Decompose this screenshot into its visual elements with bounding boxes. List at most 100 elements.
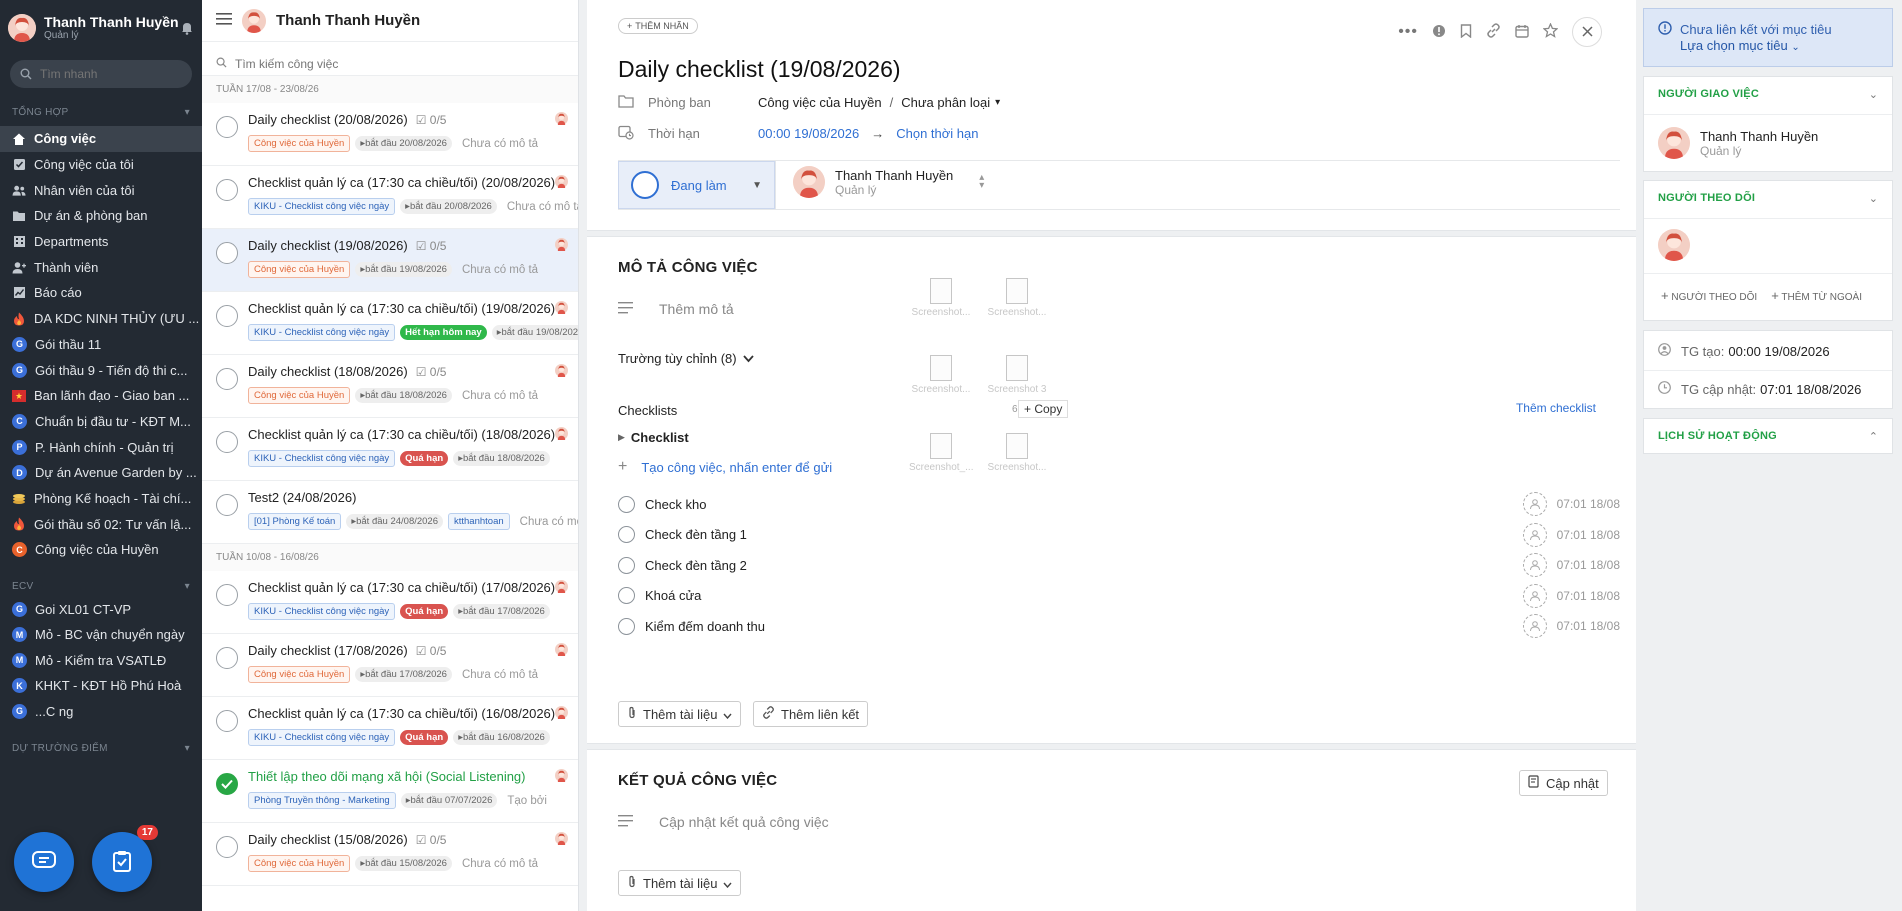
chat-fab[interactable] bbox=[14, 832, 74, 892]
checklist-item[interactable]: Check kho 07:01 18/08 bbox=[618, 489, 1620, 519]
sidebar-item[interactable]: C Công việc của Huyền bbox=[0, 537, 202, 563]
task-row[interactable]: Test2 (24/08/2026) [01] Phòng Kế toán ▸bắt… bbox=[202, 481, 578, 544]
unassigned-user-icon[interactable] bbox=[1522, 614, 1547, 639]
checklist-item-checkbox[interactable] bbox=[618, 495, 635, 513]
assigner-header[interactable]: NGƯỜI GIAO VIỆC ⌄ bbox=[1644, 77, 1892, 101]
department-value[interactable]: Công việc của Huyền bbox=[758, 95, 882, 110]
history-card[interactable]: LỊCH SỬ HOẠT ĐỘNG ⌃ bbox=[1643, 418, 1893, 454]
tasks-fab[interactable]: 17 bbox=[92, 825, 158, 892]
link-icon[interactable] bbox=[1486, 23, 1501, 41]
assigner[interactable]: Thanh Thanh Huyền Quản lý bbox=[1658, 127, 1818, 159]
task-title[interactable]: Daily checklist (19/08/2026) bbox=[618, 56, 901, 83]
goal-choose[interactable]: Lựa chọn mục tiêu ⌄ bbox=[1680, 38, 1878, 53]
sidebar-item[interactable]: Nhân viên của tôi bbox=[0, 177, 202, 203]
result-attach-button[interactable]: Thêm tài liệu bbox=[618, 870, 742, 896]
checklist-item-checkbox[interactable] bbox=[618, 556, 635, 574]
add-external-button[interactable]: + THÊM TỪ NGOÀI bbox=[1771, 288, 1862, 303]
star-icon[interactable] bbox=[1542, 22, 1559, 41]
sidebar-item[interactable]: G Gói thầu 11 bbox=[0, 332, 202, 358]
add-tag-button[interactable]: + THÊM NHÃN bbox=[618, 18, 698, 34]
task-search[interactable] bbox=[202, 52, 578, 76]
checklist-item-checkbox[interactable] bbox=[618, 526, 635, 544]
task-row[interactable]: Checklist quản lý ca (17:30 ca chiều/tối… bbox=[202, 571, 578, 634]
sidebar-item[interactable]: Báo cáo bbox=[0, 280, 202, 306]
user-avatar[interactable] bbox=[8, 13, 36, 42]
sort-icon[interactable]: ▴ ▾ bbox=[979, 173, 984, 191]
sidebar-item[interactable]: G ...C ng bbox=[0, 699, 202, 725]
task-checkbox[interactable] bbox=[216, 431, 238, 453]
sidebar-item[interactable]: DA KDC NINH THỦY (ƯU ... bbox=[0, 306, 202, 332]
follower-header[interactable]: NGƯỜI THEO DÕI ⌄ bbox=[1644, 181, 1892, 205]
calendar-icon[interactable] bbox=[1515, 24, 1529, 41]
deadline-choose[interactable]: Chọn thời hạn bbox=[896, 126, 978, 141]
task-checkbox[interactable] bbox=[216, 305, 238, 327]
task-checkbox[interactable] bbox=[216, 494, 238, 516]
task-row[interactable]: Daily checklist (15/08/2026) ☑ 0/5 Công vi… bbox=[202, 823, 578, 886]
sidebar-section-summary[interactable]: TỔNG HỢP ▾ bbox=[0, 102, 202, 122]
task-checkbox[interactable] bbox=[216, 116, 238, 138]
task-checkbox[interactable] bbox=[216, 836, 238, 858]
sidebar-item[interactable]: C Chuẩn bị đầu tư - KĐT M... bbox=[0, 409, 202, 435]
task-checkbox[interactable] bbox=[216, 710, 238, 732]
sidebar-item[interactable]: M Mỏ - Kiểm tra VSATLĐ bbox=[0, 648, 202, 674]
status-dropdown[interactable]: Đang làm ▼ bbox=[618, 161, 775, 209]
checklist-item-checkbox[interactable] bbox=[618, 617, 635, 635]
unassigned-user-icon[interactable] bbox=[1522, 522, 1547, 547]
custom-fields-toggle[interactable]: Trường tùy chỉnh (8) bbox=[618, 351, 754, 366]
add-link-button[interactable]: Thêm liên kết bbox=[753, 701, 869, 727]
menu-icon[interactable] bbox=[216, 13, 232, 28]
unassigned-user-icon[interactable] bbox=[1522, 492, 1547, 516]
task-row[interactable]: Daily checklist (17/08/2026) ☑ 0/5 Công vi… bbox=[202, 634, 578, 697]
unassigned-user-icon[interactable] bbox=[1522, 553, 1547, 578]
unassigned-user-icon[interactable] bbox=[1522, 583, 1547, 608]
add-checklist-link[interactable]: Thêm checklist bbox=[1516, 401, 1596, 415]
task-done-checkbox[interactable] bbox=[216, 773, 238, 795]
checklist-item[interactable]: Check đèn tầng 1 07:01 18/08 bbox=[618, 520, 1620, 550]
close-button[interactable] bbox=[1572, 17, 1602, 47]
sidebar-item[interactable]: Ban lãnh đạo - Giao ban ... bbox=[0, 383, 202, 409]
sidebar-item[interactable]: Gói thầu số 02: Tư vấn lậ... bbox=[0, 511, 202, 537]
checklist-group-header[interactable]: ▶ Checklist bbox=[618, 430, 689, 445]
department-subcategory[interactable]: Chưa phân loại bbox=[901, 95, 990, 110]
sidebar-section-3[interactable]: DỰ TRƯỜNG ĐIỂM ▾ bbox=[0, 738, 202, 758]
task-row[interactable]: Daily checklist (18/08/2026) ☑ 0/5 Công vi… bbox=[202, 355, 578, 418]
quick-search-input[interactable] bbox=[40, 67, 180, 81]
sidebar-item[interactable]: K KHKT - KĐT Hồ Phú Hoà bbox=[0, 673, 202, 699]
sidebar-item[interactable]: G Goi XL01 CT-VP bbox=[0, 597, 202, 623]
checklist-item[interactable]: Check đèn tầng 2 07:01 18/08 bbox=[618, 550, 1620, 580]
task-row[interactable]: Checklist quản lý ca (17:30 ca chiều/tối… bbox=[202, 292, 578, 355]
task-checkbox[interactable] bbox=[216, 242, 238, 264]
sidebar-section-ecv[interactable]: ECV ▾ bbox=[0, 577, 202, 597]
create-subtask[interactable]: + Tạo công việc, nhấn enter để gửi bbox=[618, 458, 832, 476]
sidebar-item[interactable]: Thành viên bbox=[0, 254, 202, 280]
checklist-item-checkbox[interactable] bbox=[618, 587, 635, 605]
sidebar-search[interactable] bbox=[10, 60, 192, 88]
assignee[interactable]: Thanh Thanh Huyền Quản lý ▴ ▾ bbox=[793, 166, 984, 198]
sidebar-item[interactable]: Departments bbox=[0, 229, 202, 255]
bell-icon[interactable] bbox=[180, 21, 194, 35]
description-field[interactable]: Thêm mô tả bbox=[618, 301, 734, 317]
task-row[interactable]: Daily checklist (19/08/2026) ☑ 0/5 Công vi… bbox=[202, 229, 578, 292]
task-checkbox[interactable] bbox=[216, 584, 238, 606]
sidebar-item[interactable]: M Mỏ - BC vận chuyển ngày bbox=[0, 622, 202, 648]
task-checkbox[interactable] bbox=[216, 179, 238, 201]
bookmark-icon[interactable] bbox=[1460, 23, 1472, 41]
task-row[interactable]: Checklist quản lý ca (17:30 ca chiều/tối… bbox=[202, 166, 578, 229]
sidebar-item[interactable]: D Dự án Avenue Garden by ... bbox=[0, 460, 202, 486]
info-icon[interactable] bbox=[1432, 24, 1446, 41]
task-checkbox[interactable] bbox=[216, 368, 238, 390]
sidebar-item[interactable]: G Gói thầu 9 - Tiến độ thi c... bbox=[0, 357, 202, 383]
deadline-start[interactable]: 00:00 19/08/2026 bbox=[758, 126, 859, 141]
sidebar-item[interactable]: Công việc của tôi bbox=[0, 152, 202, 178]
task-row[interactable]: Daily checklist (20/08/2026) ☑ 0/5 Công vi… bbox=[202, 103, 578, 166]
add-follower-button[interactable]: + NGƯỜI THEO DÕI bbox=[1661, 288, 1757, 303]
task-search-input[interactable] bbox=[235, 56, 535, 71]
sidebar-item[interactable]: P P. Hành chính - Quản trị bbox=[0, 434, 202, 460]
task-checkbox[interactable] bbox=[216, 647, 238, 669]
result-field[interactable]: Cập nhật kết quả công việc bbox=[618, 814, 829, 830]
checklist-item[interactable]: Khoá cửa 07:01 18/08 bbox=[618, 581, 1620, 611]
checklist-item[interactable]: Kiểm đếm doanh thu 07:01 18/08 bbox=[618, 611, 1620, 641]
follower-avatar[interactable] bbox=[1658, 229, 1690, 261]
result-update-button[interactable]: Cập nhật bbox=[1519, 770, 1608, 796]
more-icon[interactable]: ••• bbox=[1398, 23, 1418, 41]
